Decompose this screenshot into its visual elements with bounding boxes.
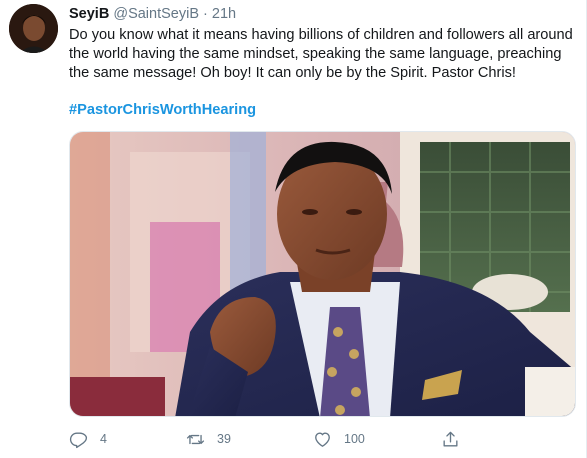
avatar[interactable] <box>9 4 58 53</box>
share-icon <box>443 431 458 447</box>
reply-icon <box>69 431 88 448</box>
timestamp[interactable]: 21h <box>212 6 236 22</box>
hashtag-link[interactable]: #PastorChrisWorthHearing <box>69 102 256 118</box>
retweet-icon <box>186 434 205 444</box>
tweet-header: SeyiB @SaintSeyiB · 21h <box>69 6 236 22</box>
reply-count: 4 <box>100 432 107 446</box>
retweet-count: 39 <box>217 432 231 446</box>
tweet-text: Do you know what it means having billion… <box>69 27 573 82</box>
tweet-image[interactable] <box>69 131 576 417</box>
user-handle[interactable]: @SaintSeyiB <box>113 6 199 22</box>
heart-icon <box>315 431 330 447</box>
like-button[interactable]: 100 <box>313 428 365 450</box>
reply-button[interactable]: 4 <box>69 428 107 450</box>
separator-dot: · <box>203 6 208 22</box>
like-count: 100 <box>344 432 365 446</box>
retweet-button[interactable]: 39 <box>186 428 231 450</box>
share-button[interactable] <box>441 428 472 450</box>
tweet: SeyiB @SaintSeyiB · 21h Do you know what… <box>0 0 587 458</box>
action-bar: 4 39 100 <box>69 428 576 450</box>
display-name[interactable]: SeyiB <box>69 6 109 22</box>
